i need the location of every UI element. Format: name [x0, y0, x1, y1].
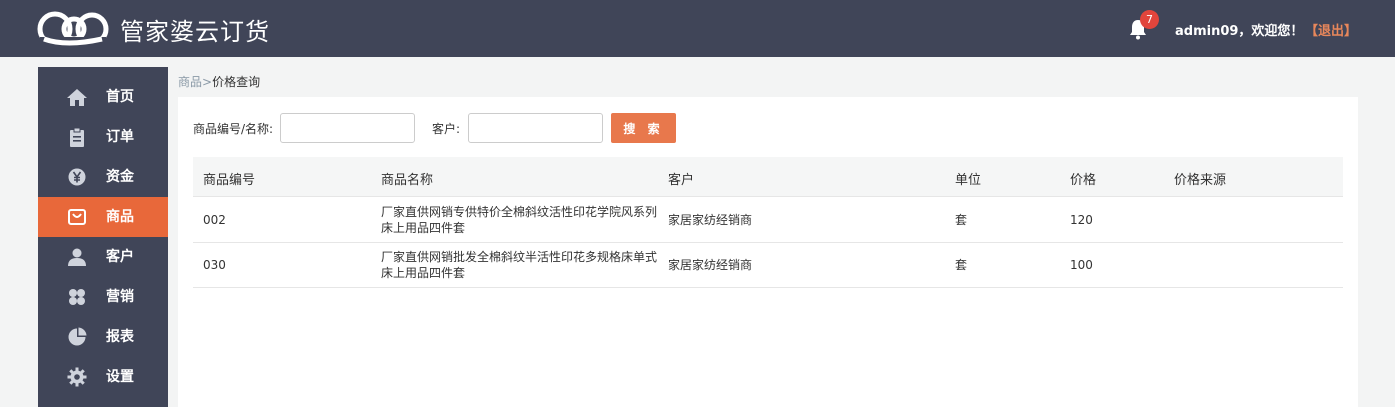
column-header-unit: 单位 [955, 173, 982, 188]
column-header-name: 商品名称 [381, 173, 434, 188]
cell-code: 002 [203, 213, 226, 227]
sidebar: 首页 订单 资金 商品 客户 营销 报表 设置 [38, 67, 168, 407]
cell-customer: 家居家纺经销商 [668, 258, 753, 272]
customer-filter-label: 客户: [432, 122, 461, 136]
cell-unit: 套 [955, 258, 968, 272]
table-row[interactable]: 030 厂家直供网销批发全棉斜纹半活性印花多规格床单式床上用品四件套 家居家纺经… [193, 243, 1343, 288]
column-header-price: 价格 [1070, 173, 1097, 188]
app-name: 管家婆云订货 [120, 17, 270, 46]
sidebar-item-orders[interactable]: 订单 [38, 117, 168, 157]
notification-badge: 7 [1140, 10, 1159, 29]
table-row[interactable]: 002 厂家直供网销专供特价全棉斜纹活性印花学院风系列床上用品四件套 家居家纺经… [193, 198, 1343, 243]
breadcrumb-separator: > [202, 75, 213, 89]
welcome-text: admin09，欢迎您！ [1175, 24, 1304, 39]
top-bar: 管家婆云订货 7 admin09，欢迎您！ 【退出】 [0, 0, 1395, 57]
sidebar-item-label: 首页 [106, 89, 134, 105]
clover-icon [66, 287, 88, 307]
cell-code: 030 [203, 258, 226, 272]
sidebar-item-settings[interactable]: 设置 [38, 357, 168, 397]
yen-icon [66, 167, 88, 187]
sidebar-item-label: 资金 [106, 169, 134, 185]
pie-chart-icon [66, 327, 88, 347]
cell-customer: 家居家纺经销商 [668, 213, 753, 227]
sidebar-item-label: 设置 [106, 369, 134, 385]
sidebar-item-customers[interactable]: 客户 [38, 237, 168, 277]
breadcrumb-parent[interactable]: 商品 [178, 75, 202, 89]
logo[interactable]: 管家婆云订货 [36, 9, 270, 49]
table-header: 商品编号 商品名称 客户 单位 价格 价格来源 [193, 157, 1343, 197]
product-search-input[interactable] [280, 113, 415, 143]
breadcrumb: 商品>价格查询 [178, 73, 260, 90]
user-icon [66, 247, 88, 267]
product-filter-label: 商品编号/名称: [193, 122, 274, 136]
sidebar-item-label: 客户 [106, 249, 134, 265]
cell-name: 厂家直供网销批发全棉斜纹半活性印花多规格床单式床上用品四件套 [381, 250, 658, 280]
sidebar-item-label: 营销 [106, 289, 134, 305]
logout-link[interactable]: 【退出】 [1305, 20, 1357, 39]
cell-price: 120 [1070, 213, 1093, 227]
sidebar-item-products[interactable]: 商品 [38, 197, 168, 237]
sidebar-item-reports[interactable]: 报表 [38, 317, 168, 357]
column-header-customer: 客户 [668, 173, 695, 188]
sidebar-item-home[interactable]: 首页 [38, 77, 168, 117]
bag-icon [66, 207, 88, 227]
column-header-code: 商品编号 [203, 173, 256, 188]
sidebar-item-funds[interactable]: 资金 [38, 157, 168, 197]
sidebar-item-marketing[interactable]: 营销 [38, 277, 168, 317]
cell-price: 100 [1070, 258, 1093, 272]
sidebar-item-label: 订单 [106, 129, 134, 145]
breadcrumb-current: 价格查询 [212, 75, 261, 89]
sidebar-item-label: 商品 [106, 209, 134, 225]
column-header-source: 价格来源 [1174, 173, 1227, 188]
cell-name: 厂家直供网销专供特价全棉斜纹活性印花学院风系列床上用品四件套 [381, 205, 658, 235]
sidebar-item-label: 报表 [106, 329, 134, 345]
home-icon [66, 87, 88, 107]
cell-unit: 套 [955, 213, 968, 227]
main-panel: 商品编号/名称: 客户: 搜 索 商品编号 商品名称 客户 单位 价格 价格来源… [178, 97, 1358, 407]
logo-icon [37, 11, 109, 47]
gear-icon [66, 367, 88, 387]
search-button[interactable]: 搜 索 [611, 113, 676, 143]
customer-search-input[interactable] [468, 113, 603, 143]
clipboard-icon [66, 127, 88, 147]
